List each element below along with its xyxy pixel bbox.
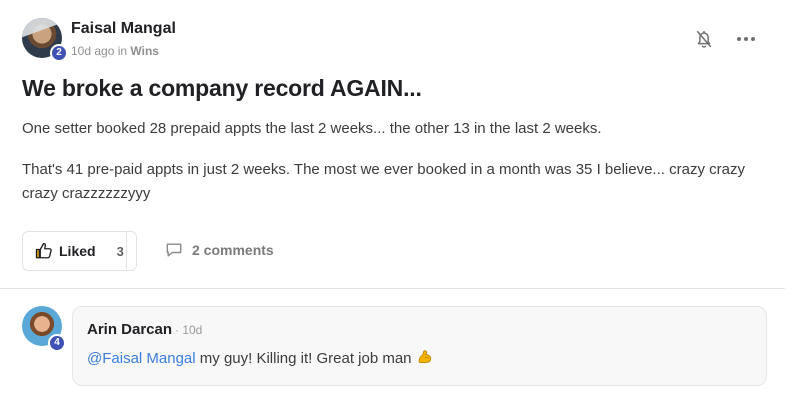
comment-body: my guy! Killing it! Great job man xyxy=(195,350,412,367)
post-category[interactable]: Wins xyxy=(130,44,159,58)
author-level-badge: 2 xyxy=(50,44,68,62)
bell-off-icon[interactable] xyxy=(693,28,715,50)
mention-link[interactable]: @Faisal Mangal xyxy=(87,350,196,367)
author-avatar[interactable]: 2 xyxy=(22,18,68,62)
comment-bubble-icon xyxy=(166,243,182,257)
comments-link[interactable]: 2 comments xyxy=(164,240,274,260)
thumbs-up-icon xyxy=(35,242,52,259)
divider xyxy=(0,288,785,289)
comment-author-name[interactable]: Arin Darcan xyxy=(87,321,172,338)
post-meta-in: in xyxy=(114,44,131,58)
comments-count-label: 2 comments xyxy=(192,242,274,258)
post-card: 2 Faisal Mangal 10d ago in Wins We broke… xyxy=(0,0,812,411)
comment-time: · 10d xyxy=(175,323,203,337)
commenter-level-badge: 4 xyxy=(48,334,66,352)
post-time: 10d ago xyxy=(71,44,115,58)
like-count[interactable]: 3 xyxy=(117,244,124,259)
comment-bubble: Arin Darcan · 10d @Faisal Mangal my guy!… xyxy=(72,306,767,386)
flexed-biceps-icon xyxy=(418,350,431,363)
author-name[interactable]: Faisal Mangal xyxy=(71,20,176,38)
more-horizontal-icon[interactable] xyxy=(733,29,759,49)
post-meta: 10d ago in Wins xyxy=(71,44,159,58)
like-divider xyxy=(126,232,127,270)
commenter-avatar[interactable]: 4 xyxy=(22,306,66,352)
like-label: Liked xyxy=(59,243,96,259)
comment-text: @Faisal Mangal my guy! Killing it! Great… xyxy=(87,348,434,367)
like-button[interactable]: Liked 3 xyxy=(22,231,137,271)
post-paragraph: That's 41 pre-paid appts in just 2 weeks… xyxy=(22,161,745,202)
post-paragraph: One setter booked 28 prepaid appts the l… xyxy=(22,120,602,137)
post-title: We broke a company record AGAIN... xyxy=(22,75,422,101)
